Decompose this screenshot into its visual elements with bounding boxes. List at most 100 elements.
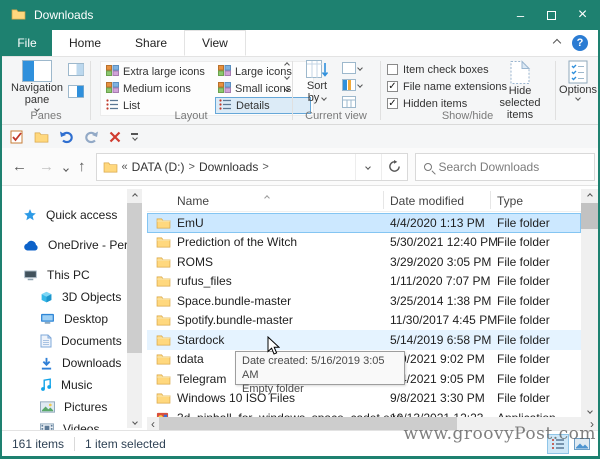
sidebar-item-downloads[interactable]: Downloads bbox=[2, 352, 147, 374]
sidebar-item-pictures[interactable]: Pictures bbox=[2, 396, 147, 418]
refresh-icon[interactable] bbox=[381, 154, 407, 180]
file-list-scrollbar[interactable] bbox=[581, 189, 598, 417]
chevron-down-icon bbox=[321, 95, 327, 101]
layout-scroll-up-icon[interactable] bbox=[284, 62, 290, 68]
tab-share[interactable]: Share bbox=[118, 30, 184, 56]
file-date-modified: 9/8/2021 3:30 PM bbox=[390, 391, 485, 405]
sidebar-item-this-pc[interactable]: This PC bbox=[2, 264, 147, 286]
ribbon-group-show-hide: Item check boxes✓File name extensions✓Hi… bbox=[380, 57, 555, 124]
monitor-icon bbox=[23, 269, 38, 282]
group-label-current-view: Current view bbox=[292, 110, 380, 122]
file-name: rufus_files bbox=[177, 274, 232, 288]
close-button[interactable]: × bbox=[567, 0, 598, 30]
file-name: EmU bbox=[177, 216, 204, 230]
tab-home[interactable]: Home bbox=[52, 30, 118, 56]
column-header-type[interactable]: Type bbox=[497, 194, 523, 208]
small-icons-icon bbox=[218, 82, 231, 96]
file-name: Telegram bbox=[177, 372, 226, 386]
file-row-roms[interactable]: ROMS3/29/2020 3:05 PMFile folder bbox=[147, 252, 581, 272]
address-dropdown-icon[interactable] bbox=[355, 154, 381, 180]
maximize-button[interactable] bbox=[536, 0, 567, 30]
customize-qat-icon[interactable] bbox=[131, 133, 138, 139]
details-pane-icon[interactable] bbox=[68, 85, 84, 98]
sidebar-item-desktop[interactable]: Desktop bbox=[2, 308, 147, 330]
layout-option-extra-large-icons[interactable]: Extra large icons bbox=[103, 63, 215, 80]
preview-pane-icon[interactable] bbox=[68, 63, 84, 76]
collapse-ribbon-icon[interactable] bbox=[553, 39, 561, 47]
quick-access-toolbar bbox=[2, 125, 598, 148]
sidebar-item-documents[interactable]: Documents bbox=[2, 330, 147, 352]
layout-option-medium-icons[interactable]: Medium icons bbox=[103, 80, 215, 97]
layout-option-label: Large icons bbox=[235, 66, 292, 78]
layout-scroll-down-icon[interactable] bbox=[284, 74, 290, 80]
tab-view[interactable]: View bbox=[184, 30, 246, 56]
back-button[interactable]: ← bbox=[6, 158, 33, 175]
ribbon-group-current-view: Sort by Current view bbox=[292, 57, 380, 124]
folder-icon bbox=[156, 295, 172, 307]
redo-icon[interactable] bbox=[84, 130, 99, 144]
options-button[interactable]: Options bbox=[557, 60, 599, 100]
file-row-spotify-bundle-master[interactable]: Spotify.bundle-master11/30/2017 4:45 PMF… bbox=[147, 311, 581, 331]
folder-icon bbox=[156, 334, 172, 346]
delete-icon[interactable] bbox=[109, 131, 121, 143]
sidebar-item-label: Pictures bbox=[64, 400, 107, 414]
checkbox-label: Item check boxes bbox=[403, 64, 489, 76]
file-type: File folder bbox=[497, 216, 550, 230]
sidebar-scroll-up-icon[interactable] bbox=[127, 189, 142, 202]
tooltip: Date created: 5/16/2019 3:05 AM Empty fo… bbox=[235, 351, 405, 385]
breadcrumb-separator[interactable]: > bbox=[262, 161, 268, 173]
sidebar-item-music[interactable]: Music bbox=[2, 374, 147, 396]
new-folder-icon[interactable] bbox=[34, 131, 49, 143]
file-row-prediction-of-the-witch[interactable]: Prediction of the Witch5/30/2021 12:40 P… bbox=[147, 233, 581, 253]
column-header-date-modified[interactable]: Date modified bbox=[390, 194, 464, 208]
tab-file[interactable]: File bbox=[2, 30, 52, 56]
breadcrumb-downloads[interactable]: Downloads bbox=[199, 160, 258, 174]
address-bar[interactable]: « DATA (D:)>Downloads> bbox=[96, 153, 408, 181]
group-label-panes: Panes bbox=[2, 110, 90, 122]
file-type: File folder bbox=[497, 235, 550, 249]
cloud-icon bbox=[23, 240, 39, 251]
breadcrumb-data-d-[interactable]: DATA (D:) bbox=[132, 160, 185, 174]
mouse-cursor bbox=[267, 336, 280, 358]
size-columns-icon[interactable] bbox=[342, 96, 356, 108]
sidebar-item-3d-objects[interactable]: 3D Objects bbox=[2, 286, 147, 308]
tooltip-line2: Empty folder bbox=[242, 382, 398, 396]
column-header-name[interactable]: Name bbox=[177, 194, 209, 208]
help-icon[interactable]: ? bbox=[572, 35, 588, 51]
sidebar-item-quick-access[interactable]: Quick access bbox=[2, 204, 147, 226]
file-row-rufus-files[interactable]: rufus_files1/11/2020 7:07 PMFile folder bbox=[147, 272, 581, 292]
sort-by-button[interactable]: Sort by bbox=[300, 60, 334, 104]
ribbon-group-options: Options bbox=[555, 57, 598, 124]
file-row-stardock[interactable]: Stardock5/14/2019 6:58 PMFile folder bbox=[147, 330, 581, 350]
cube-icon bbox=[40, 291, 53, 304]
star-icon bbox=[23, 208, 37, 222]
add-columns-button[interactable] bbox=[342, 79, 362, 91]
checked-checkbox-icon: ✓ bbox=[387, 98, 398, 109]
group-by-icon bbox=[342, 62, 356, 74]
sidebar-item-onedrive-perso[interactable]: OneDrive - Perso bbox=[2, 234, 147, 256]
sidebar-scrollbar-thumb[interactable] bbox=[127, 203, 142, 353]
file-row-emu[interactable]: EmU4/4/2020 1:13 PMFile folder bbox=[147, 213, 581, 233]
sidebar-scroll-down-icon[interactable] bbox=[127, 415, 142, 428]
breadcrumb-separator[interactable]: > bbox=[189, 161, 195, 173]
file-scroll-up-icon[interactable] bbox=[581, 189, 598, 202]
up-button[interactable]: ↑ bbox=[72, 158, 92, 175]
scroll-left-icon[interactable]: ‹ bbox=[147, 417, 159, 431]
file-scroll-down-icon[interactable] bbox=[581, 404, 598, 417]
group-by-button[interactable] bbox=[342, 62, 362, 74]
navigation-pane-button[interactable]: Navigation pane bbox=[8, 60, 66, 111]
minimize-button[interactable]: – bbox=[505, 0, 536, 30]
properties-icon[interactable] bbox=[10, 130, 24, 144]
layout-option-label: Medium icons bbox=[123, 83, 191, 95]
recent-locations-icon[interactable] bbox=[60, 160, 72, 174]
forward-button[interactable]: → bbox=[33, 158, 60, 175]
layout-more-icon[interactable] bbox=[284, 86, 290, 92]
sidebar-scrollbar[interactable] bbox=[127, 189, 142, 428]
search-input[interactable]: Search Downloads bbox=[415, 153, 595, 181]
file-row-space-bundle-master[interactable]: Space.bundle-master3/25/2014 1:38 PMFile… bbox=[147, 291, 581, 311]
undo-icon[interactable] bbox=[59, 130, 74, 144]
ribbon-group-layout: Extra large icons Large icons Medium icons… bbox=[90, 57, 292, 124]
file-type: File folder bbox=[497, 372, 550, 386]
file-scrollbar-thumb[interactable] bbox=[581, 203, 598, 229]
file-type: File folder bbox=[497, 313, 550, 327]
